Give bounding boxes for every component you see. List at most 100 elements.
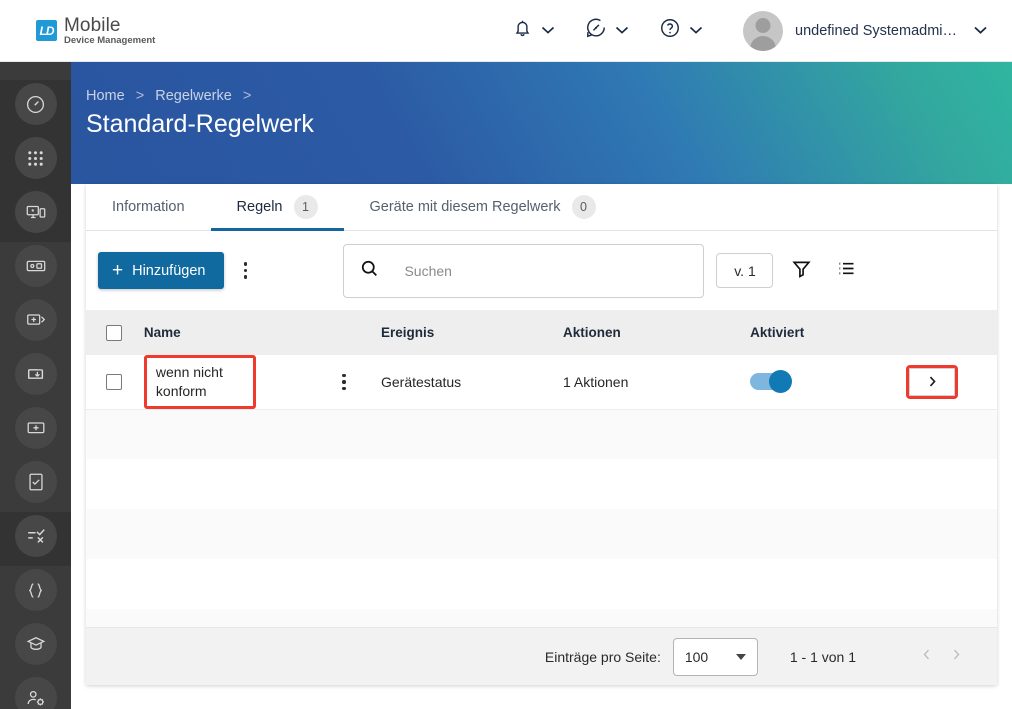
page-title: Standard-Regelwerk bbox=[86, 110, 314, 138]
content-card: Information Regeln 1 Geräte mit diesem R… bbox=[86, 184, 997, 685]
sidebar-item-administration[interactable] bbox=[14, 677, 57, 709]
table-footer: Einträge pro Seite: 100 1 - 1 von 1 bbox=[86, 627, 997, 685]
add-button[interactable]: + Hinzufügen bbox=[98, 252, 225, 289]
bell-icon bbox=[512, 18, 533, 44]
avatar bbox=[743, 10, 783, 51]
feedback-button[interactable] bbox=[579, 17, 635, 44]
search-input[interactable] bbox=[404, 262, 689, 279]
filler-cell bbox=[86, 459, 997, 509]
column-header-aktiviert[interactable]: Aktiviert bbox=[742, 310, 899, 355]
toolbar-overflow-menu[interactable] bbox=[232, 256, 258, 286]
sidebar-group-mid bbox=[0, 242, 71, 296]
column-header-name[interactable]: Name bbox=[135, 310, 324, 355]
sidebar-item-rules[interactable] bbox=[14, 515, 57, 557]
select-all-checkbox[interactable] bbox=[106, 324, 122, 341]
filter-funnel-icon bbox=[791, 258, 812, 284]
sidebar-item-enroll[interactable] bbox=[14, 299, 57, 341]
row-overflow-menu[interactable] bbox=[331, 367, 357, 397]
tab-label: Regeln bbox=[236, 199, 283, 215]
header-actions: undefined Systemadmi… bbox=[506, 10, 994, 51]
sidebar: 5.18.2 bbox=[0, 62, 71, 709]
row-aktionen-cell: 1 Aktionen bbox=[562, 373, 629, 390]
chevron-right-icon bbox=[909, 367, 956, 396]
tab-information[interactable]: Information bbox=[86, 184, 211, 230]
tab-badge: 1 bbox=[293, 195, 318, 219]
rules-table: Name Ereignis Aktionen Aktiviert wenn ni… bbox=[86, 310, 997, 660]
sidebar-group-bot-2 bbox=[0, 620, 71, 674]
sidebar-group-top bbox=[0, 80, 71, 134]
per-page-value: 100 bbox=[684, 648, 709, 665]
pagination-range: 1 - 1 von 1 bbox=[789, 648, 856, 665]
breadcrumb-item-regelwerke[interactable]: Regelwerke bbox=[155, 88, 232, 104]
table-head: Name Ereignis Aktionen Aktiviert bbox=[86, 310, 997, 355]
notifications-button[interactable] bbox=[506, 18, 561, 44]
column-header-ereignis[interactable]: Ereignis bbox=[373, 310, 555, 355]
help-button[interactable] bbox=[653, 17, 709, 44]
search-box[interactable] bbox=[343, 243, 705, 298]
filter-button[interactable] bbox=[784, 254, 818, 288]
kebab-dot bbox=[243, 262, 248, 266]
filler-cell bbox=[86, 559, 997, 609]
filler-cell bbox=[86, 409, 997, 459]
version-select[interactable]: v. 1 bbox=[716, 253, 774, 288]
rule-name-highlight[interactable]: wenn nicht konform bbox=[143, 355, 256, 409]
help-circle-icon bbox=[659, 17, 681, 44]
sidebar-group-top-2 bbox=[0, 134, 71, 188]
column-header-aktionen[interactable]: Aktionen bbox=[554, 310, 743, 355]
sidebar-group-mid-3 bbox=[0, 350, 71, 404]
table-header-row: Name Ereignis Aktionen Aktiviert bbox=[86, 310, 997, 355]
list-columns-icon bbox=[836, 258, 857, 284]
search-icon bbox=[359, 258, 380, 284]
sidebar-item-apps[interactable] bbox=[14, 137, 57, 179]
sidebar-item-add-device[interactable] bbox=[14, 407, 57, 449]
sidebar-item-policies[interactable] bbox=[14, 461, 57, 503]
sidebar-item-devices-featured[interactable] bbox=[14, 191, 57, 233]
sidebar-item-dashboard[interactable] bbox=[14, 83, 57, 125]
row-name-cell: wenn nicht konform bbox=[136, 355, 323, 409]
row-detail-highlight[interactable] bbox=[906, 364, 959, 399]
row-overflow-cell bbox=[323, 355, 373, 409]
enabled-toggle[interactable] bbox=[750, 370, 793, 394]
columns-button[interactable] bbox=[829, 254, 863, 288]
app-root: LD Mobile Device Management undefined Sy… bbox=[0, 0, 1012, 709]
tab-geraete[interactable]: Geräte mit diesem Regelwerk 0 bbox=[344, 184, 622, 230]
kebab-dot bbox=[342, 373, 346, 378]
tab-regeln[interactable]: Regeln 1 bbox=[210, 184, 344, 231]
sidebar-item-install[interactable] bbox=[14, 353, 57, 395]
brand-line2: Device Management bbox=[64, 34, 156, 46]
brand-logo[interactable]: LD Mobile Device Management bbox=[36, 16, 155, 46]
plus-icon: + bbox=[112, 260, 124, 281]
row-detail-cell bbox=[898, 355, 997, 409]
chevron-down-icon bbox=[689, 22, 703, 40]
column-header-actions-menu bbox=[323, 310, 373, 355]
user-menu[interactable]: undefined Systemadmi… bbox=[737, 10, 994, 51]
row-checkbox[interactable] bbox=[106, 373, 122, 390]
per-page-select[interactable]: 100 bbox=[672, 637, 758, 676]
table-body: wenn nicht konform Gerätestatus 1 Aktion… bbox=[86, 355, 997, 660]
sidebar-group-bot bbox=[0, 566, 71, 620]
kebab-dot bbox=[243, 275, 248, 279]
tab-bar: Information Regeln 1 Geräte mit diesem R… bbox=[86, 184, 997, 231]
add-button-label: Hinzufügen bbox=[132, 262, 206, 279]
row-aktiviert-cell bbox=[742, 355, 898, 409]
table-toolbar: + Hinzufügen v. 1 bbox=[86, 231, 997, 310]
chevron-down-icon bbox=[615, 22, 629, 40]
sidebar-item-scripts[interactable] bbox=[14, 569, 57, 611]
breadcrumb-item-home[interactable]: Home bbox=[86, 88, 125, 104]
kebab-dot bbox=[342, 380, 346, 384]
top-header: LD Mobile Device Management undefined Sy… bbox=[0, 0, 1012, 62]
column-header-detail bbox=[898, 310, 997, 355]
brand-mark-icon: LD bbox=[36, 20, 57, 41]
chevron-left-icon bbox=[920, 648, 933, 666]
compass-icon bbox=[585, 17, 607, 44]
sidebar-item-devices[interactable] bbox=[14, 245, 57, 287]
sidebar-item-learning[interactable] bbox=[14, 623, 57, 665]
next-page-button[interactable] bbox=[941, 642, 971, 672]
brand-text: Mobile Device Management bbox=[64, 16, 155, 46]
table-row[interactable]: wenn nicht konform Gerätestatus 1 Aktion… bbox=[86, 355, 997, 410]
sidebar-group-mid-4 bbox=[0, 404, 71, 458]
table-filler-row bbox=[86, 409, 997, 460]
per-page-label: Einträge pro Seite: bbox=[544, 648, 661, 665]
prev-page-button[interactable] bbox=[911, 642, 941, 672]
chevron-down-icon bbox=[735, 653, 746, 660]
